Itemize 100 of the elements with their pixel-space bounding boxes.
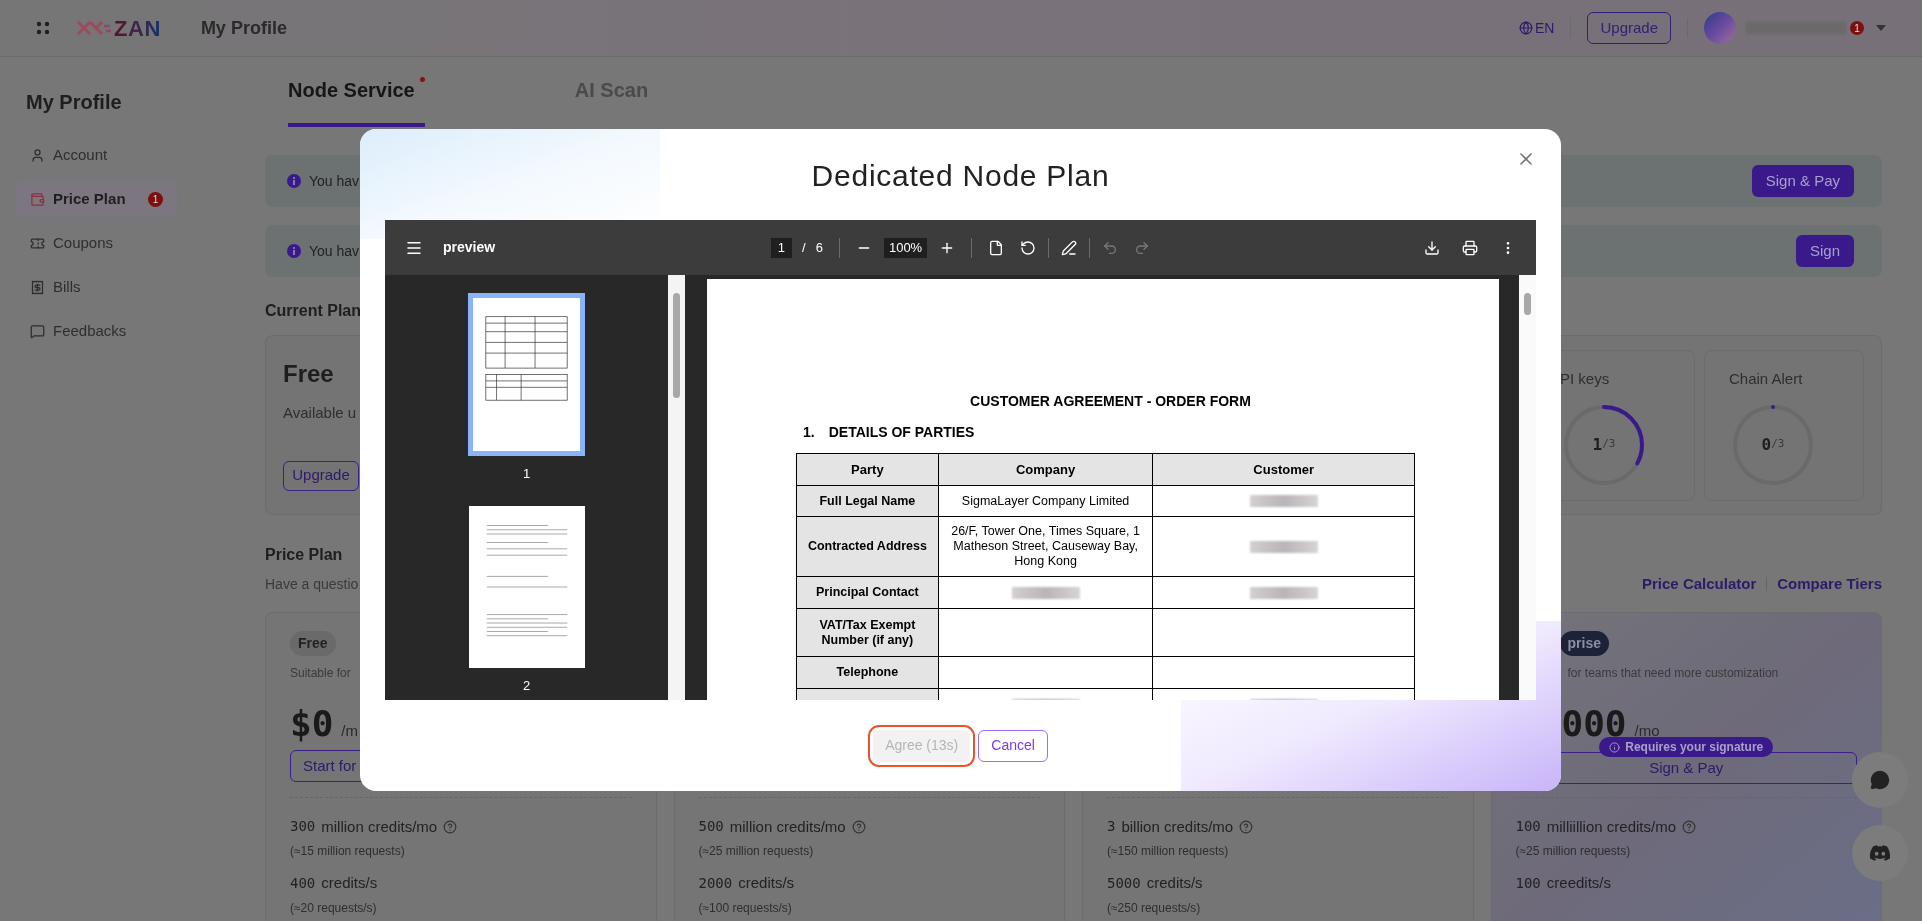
credit-amount: 400 [290, 873, 316, 893]
alert-button[interactable]: Sign [1795, 235, 1854, 267]
page-number: 1 [522, 465, 531, 483]
page-fit-icon[interactable] [988, 239, 1005, 256]
file-name: preview [443, 238, 496, 257]
plan-name: Free [283, 359, 335, 389]
sidebar-item[interactable]: Feedbacks [16, 313, 177, 349]
credit-note: (≈15 million requests) [290, 843, 406, 860]
caret-icon[interactable] [1876, 25, 1886, 31]
credit-note: (≈250 requests/s) [1107, 899, 1202, 917]
plan-tag: Free [290, 630, 336, 656]
language-button[interactable]: EN [1519, 17, 1555, 39]
table-cell: Telephone [797, 657, 939, 689]
credit-amount: 300 [290, 817, 316, 837]
credit-note: (≈150 million requests) [1107, 843, 1230, 860]
table-cell: Contracted Address [797, 517, 939, 577]
page-input[interactable]: 1 [770, 237, 793, 258]
section-heading: Price Plan [265, 545, 343, 565]
page-title: My Profile [200, 16, 287, 40]
sidebar-item-label: Price Plan [53, 188, 127, 209]
logo-icon [76, 20, 112, 36]
info-icon [287, 244, 301, 258]
page-count: 6 [815, 238, 823, 257]
scrollbar[interactable] [1519, 275, 1536, 700]
alert-button[interactable]: Sign & Pay [1751, 165, 1854, 197]
sidebar-item-label: Feedbacks [53, 320, 128, 341]
zoom-input[interactable]: 100% [883, 237, 928, 258]
section-number: 1. [803, 423, 815, 442]
sidebar-item-icon [30, 323, 45, 339]
credit-unit: creedits/s [1546, 873, 1611, 893]
credit-unit: credits/s [321, 873, 378, 893]
sidebar-item-label: Account [53, 144, 109, 165]
section-subtitle: Have a questio [265, 574, 359, 594]
dialog-title: Dedicated Node Plan [811, 158, 1110, 194]
sidebar-item-label: Bills [53, 276, 82, 297]
help-icon[interactable] [1682, 819, 1696, 834]
credit-amount: 2000 [698, 873, 733, 893]
alert-text: You hav [309, 241, 360, 261]
credit-amount: 500 [698, 817, 724, 837]
credit-note: (≈25 million requests) [1515, 843, 1632, 860]
page-separator: / [802, 238, 806, 257]
table-cell: SigmaLayer Company Limited [938, 486, 1154, 517]
usage-value: 1 [1592, 433, 1603, 456]
sidebar-title: My Profile [25, 90, 123, 115]
section-title: DETAILS OF PARTIES [828, 423, 975, 442]
sidebar-item[interactable]: Coupons [16, 225, 177, 261]
rotate-icon[interactable] [1020, 239, 1037, 256]
header-link[interactable]: Compare Tiers [1777, 573, 1882, 596]
sidebar-item[interactable]: Price Plan 1 [16, 181, 177, 217]
plan-price-unit: /m [341, 720, 359, 741]
count-badge: 1 [148, 191, 163, 207]
alert-text: You hav [309, 171, 360, 191]
sidebar-item-icon [30, 279, 45, 295]
notification-badge: 1 [1850, 21, 1864, 35]
help-icon[interactable] [443, 819, 458, 834]
credit-unit: credits/s [1146, 873, 1203, 893]
sidebar-item[interactable]: Bills [16, 269, 177, 305]
redacted-text [1249, 495, 1318, 507]
pen-icon[interactable] [1061, 239, 1078, 256]
redacted-text [1011, 586, 1080, 599]
globe-icon [1519, 21, 1533, 35]
plan-price: $0 [290, 705, 334, 742]
info-icon [1609, 741, 1621, 753]
credit-unit: million credits/mo [321, 816, 438, 837]
table-header-cell: Company [938, 454, 1154, 486]
cancel-button[interactable]: Cancel [978, 729, 1048, 762]
credit-unit: credits/s [738, 873, 795, 893]
usage-label: Chain Alert [1729, 369, 1803, 387]
chat-bubble-icon [1870, 770, 1890, 790]
plan-description: Available u [283, 403, 358, 423]
usage-label: PI keys [1560, 369, 1610, 387]
header-link[interactable]: Price Calculator [1642, 573, 1757, 596]
credit-amount: 100 [1515, 817, 1541, 837]
sidebar-item[interactable]: Account [16, 137, 177, 173]
credit-amount: 5000 [1107, 873, 1141, 893]
sidebar-item-icon [30, 235, 45, 251]
usage-total: /3 [1771, 436, 1785, 453]
scrollbar[interactable] [668, 275, 685, 700]
table-cell: 26/F, Tower One, Times Square, 1 Matheson Street, Causeway Bay, Hong Kong [938, 517, 1154, 577]
usage-value: 0 [1761, 433, 1772, 456]
page-thumbnail[interactable] [468, 293, 585, 456]
apps-grid-icon[interactable] [36, 21, 50, 35]
upgrade-button[interactable]: Upgrade [283, 460, 359, 491]
table-cell: Full Legal Name [797, 486, 939, 517]
info-icon [287, 174, 301, 188]
download-icon[interactable] [1424, 239, 1440, 256]
help-icon[interactable] [851, 819, 866, 834]
section-heading: Current Plan [265, 301, 361, 321]
table-cell: VAT/Tax Exempt Number (if any) [797, 609, 939, 657]
redacted-text [1249, 540, 1318, 553]
print-icon[interactable] [1462, 239, 1478, 256]
help-icon[interactable] [1239, 819, 1254, 834]
redacted-text [1249, 586, 1318, 599]
page-number: 2 [522, 676, 531, 695]
plan-tag: prise [1559, 630, 1609, 656]
plan-description: for teams that need more customization [1566, 664, 1780, 682]
upgrade-button[interactable]: Upgrade [1587, 12, 1671, 44]
page-thumbnail[interactable] [468, 505, 585, 668]
credit-note: (≈100 requests/s) [698, 899, 793, 917]
usage-total: /3 [1602, 436, 1616, 453]
